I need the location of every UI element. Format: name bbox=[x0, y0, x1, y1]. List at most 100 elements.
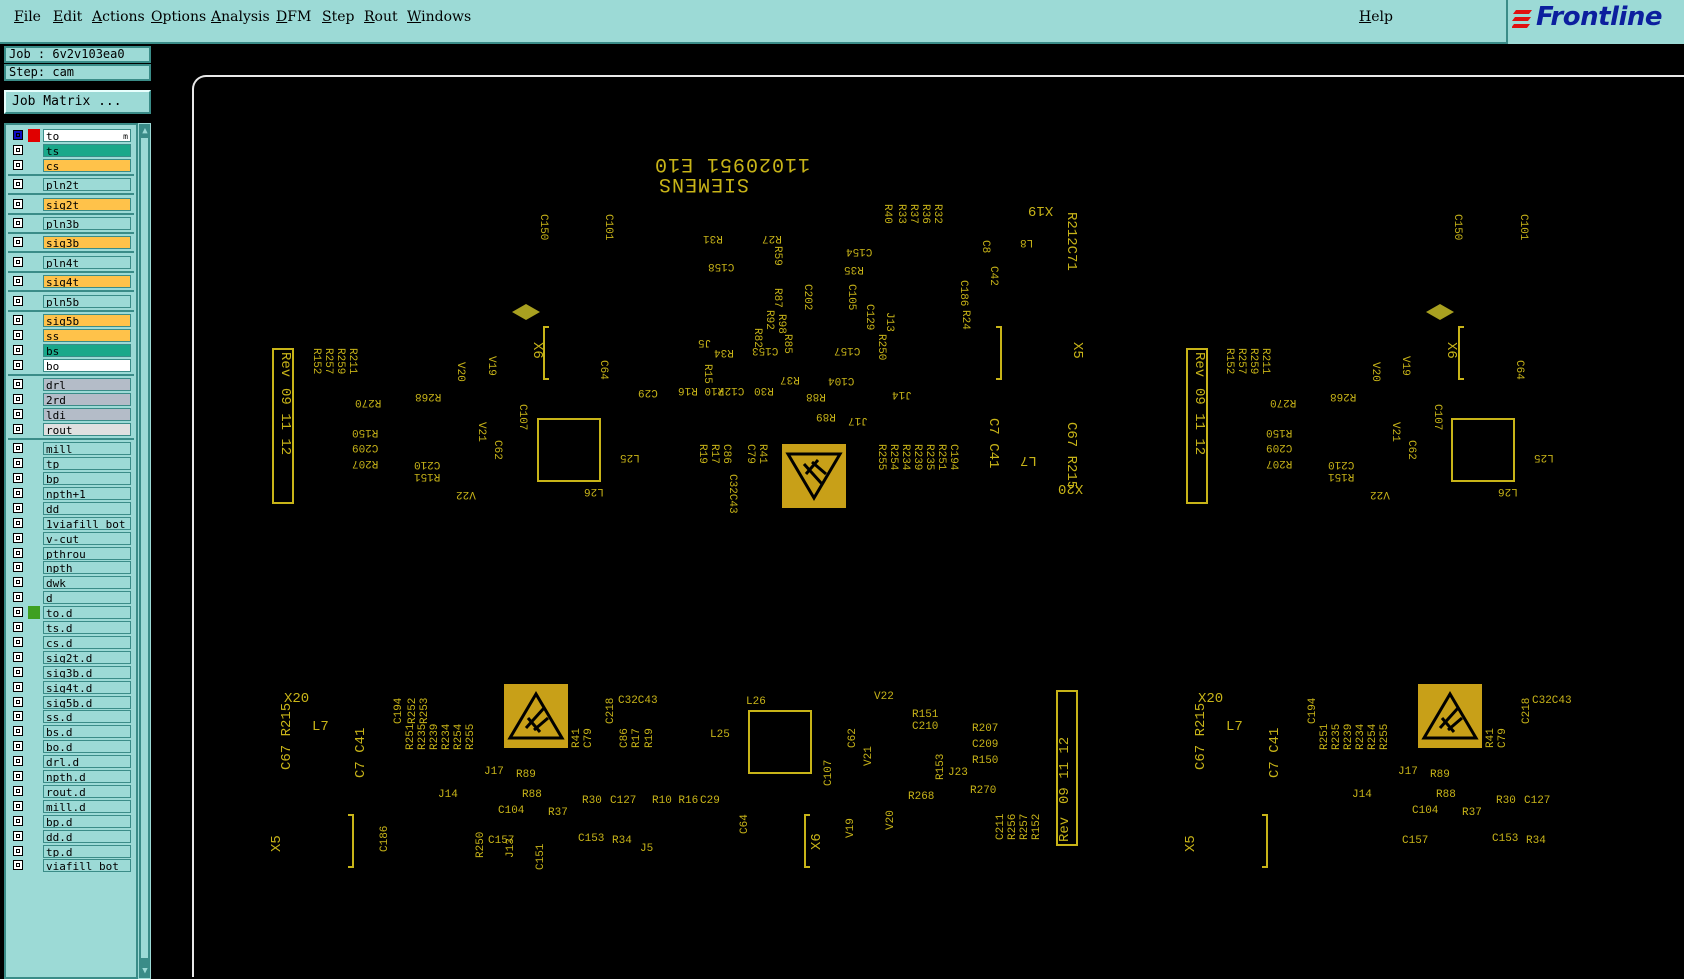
menu-windows[interactable]: Windows bbox=[407, 9, 471, 25]
layer-name[interactable]: ts bbox=[43, 143, 131, 157]
layer-affected-checkbox[interactable] bbox=[13, 800, 23, 811]
layer-display-swatch[interactable] bbox=[28, 859, 40, 872]
layer-affected-checkbox[interactable] bbox=[13, 517, 23, 528]
layer-name[interactable]: mill.d bbox=[43, 799, 131, 813]
layer-row[interactable]: dd bbox=[8, 501, 131, 516]
layer-row[interactable]: viafill_bot bbox=[8, 858, 131, 873]
layer-row[interactable]: ss.d bbox=[8, 709, 131, 724]
layer-display-swatch[interactable] bbox=[28, 681, 40, 694]
layer-name[interactable]: ss.d bbox=[43, 710, 131, 724]
layer-name[interactable]: bp bbox=[43, 472, 131, 485]
layer-row[interactable]: drl.d bbox=[8, 754, 131, 769]
layer-affected-checkbox[interactable] bbox=[13, 256, 23, 267]
layer-name[interactable]: sig5b.d bbox=[43, 695, 131, 709]
layer-row[interactable]: rout bbox=[8, 422, 131, 437]
layer-row[interactable]: sig5b bbox=[8, 313, 131, 328]
layer-display-swatch[interactable] bbox=[28, 561, 40, 574]
layer-display-swatch[interactable] bbox=[28, 710, 40, 723]
layer-name[interactable]: mill bbox=[43, 442, 131, 456]
layer-row[interactable]: ss bbox=[8, 328, 131, 343]
layer-affected-checkbox[interactable] bbox=[13, 237, 23, 248]
layer-display-swatch[interactable] bbox=[28, 517, 40, 530]
layer-row[interactable]: npth bbox=[8, 560, 131, 575]
layer-affected-checkbox[interactable] bbox=[13, 458, 23, 469]
layer-display-swatch[interactable] bbox=[28, 275, 40, 288]
layer-affected-checkbox[interactable] bbox=[13, 845, 23, 856]
layer-display-swatch[interactable] bbox=[28, 785, 40, 798]
scroll-thumb[interactable] bbox=[141, 138, 148, 958]
layer-name[interactable]: ldi bbox=[43, 407, 131, 421]
layer-display-swatch[interactable] bbox=[28, 532, 40, 545]
layer-name[interactable]: pln3b bbox=[43, 217, 131, 230]
layer-affected-checkbox[interactable] bbox=[13, 130, 23, 140]
layer-affected-checkbox[interactable] bbox=[13, 473, 23, 483]
layer-affected-checkbox[interactable] bbox=[13, 577, 23, 588]
layer-row[interactable]: pln5b bbox=[8, 294, 131, 309]
layer-affected-checkbox[interactable] bbox=[13, 815, 23, 826]
layer-display-swatch[interactable] bbox=[28, 129, 40, 142]
layer-row[interactable]: bs bbox=[8, 343, 131, 358]
layer-name[interactable]: drl bbox=[43, 378, 131, 392]
layer-name[interactable]: bp.d bbox=[43, 814, 131, 828]
layer-affected-checkbox[interactable] bbox=[13, 295, 23, 306]
layer-display-swatch[interactable] bbox=[28, 378, 40, 391]
layer-display-swatch[interactable] bbox=[28, 487, 40, 500]
layer-row[interactable]: tp bbox=[8, 456, 131, 471]
layer-affected-checkbox[interactable] bbox=[13, 547, 23, 558]
layer-row[interactable]: sig4t bbox=[8, 274, 131, 289]
layer-row[interactable]: sig2t.d bbox=[8, 650, 131, 665]
layer-display-swatch[interactable] bbox=[28, 576, 40, 589]
layer-name[interactable]: npth+1 bbox=[43, 486, 131, 500]
layer-name[interactable]: v-cut bbox=[43, 531, 131, 545]
menu-step[interactable]: Step bbox=[322, 9, 354, 25]
layer-display-swatch[interactable] bbox=[28, 651, 40, 664]
layer-name[interactable]: dd.d bbox=[43, 829, 131, 843]
layer-row[interactable]: npth+1 bbox=[8, 486, 131, 501]
layer-row[interactable]: to.d bbox=[8, 605, 131, 620]
layer-name[interactable]: bs bbox=[43, 343, 131, 357]
menu-options[interactable]: Options bbox=[151, 9, 206, 25]
layer-name[interactable]: bo.d bbox=[43, 740, 131, 754]
graphic-canvas[interactable]: SIEMENS 11020951 E10 X19 R212C71 L8 Rev … bbox=[152, 44, 1684, 977]
layer-display-swatch[interactable] bbox=[28, 198, 40, 211]
menu-help[interactable]: Help bbox=[1359, 9, 1393, 25]
layer-affected-checkbox[interactable] bbox=[13, 607, 23, 618]
layer-affected-checkbox[interactable] bbox=[13, 394, 23, 404]
layer-affected-checkbox[interactable] bbox=[13, 502, 23, 513]
layer-row[interactable]: dwk bbox=[8, 575, 131, 590]
layer-row[interactable]: bp.d bbox=[8, 814, 131, 829]
menu-dfm[interactable]: DFM bbox=[276, 9, 311, 25]
layer-display-swatch[interactable] bbox=[28, 423, 40, 436]
layer-row[interactable]: 2rd bbox=[8, 392, 131, 407]
layer-display-swatch[interactable] bbox=[28, 815, 40, 828]
job-matrix-button[interactable]: Job Matrix ... bbox=[4, 90, 151, 114]
layer-name[interactable]: sig3b.d bbox=[43, 665, 131, 679]
layer-display-swatch[interactable] bbox=[28, 217, 40, 230]
layer-affected-checkbox[interactable] bbox=[13, 666, 23, 677]
layer-name[interactable]: bo bbox=[43, 358, 131, 372]
layer-affected-checkbox[interactable] bbox=[13, 329, 23, 340]
layer-affected-checkbox[interactable] bbox=[13, 144, 23, 155]
layer-name[interactable]: pln2t bbox=[43, 178, 131, 192]
layer-row[interactable]: sig3b.d bbox=[8, 665, 131, 680]
layer-display-swatch[interactable] bbox=[28, 666, 40, 679]
layer-display-swatch[interactable] bbox=[28, 472, 40, 485]
layer-name[interactable]: rout.d bbox=[43, 784, 131, 798]
layer-row[interactable]: sig2t bbox=[8, 197, 131, 212]
layer-name[interactable]: pthrou bbox=[43, 546, 131, 560]
layer-display-swatch[interactable] bbox=[28, 830, 40, 843]
layer-name[interactable]: tp.d bbox=[43, 844, 131, 858]
layer-affected-checkbox[interactable] bbox=[13, 562, 23, 573]
layer-row[interactable]: pthrou bbox=[8, 546, 131, 561]
layer-display-swatch[interactable] bbox=[28, 236, 40, 249]
layer-row[interactable]: ldi bbox=[8, 407, 131, 422]
layer-affected-checkbox[interactable] bbox=[13, 423, 23, 434]
layer-display-swatch[interactable] bbox=[28, 442, 40, 455]
layer-display-swatch[interactable] bbox=[28, 344, 40, 357]
layer-row[interactable]: cs bbox=[8, 158, 131, 173]
layer-display-swatch[interactable] bbox=[28, 800, 40, 813]
layer-row[interactable]: drl bbox=[8, 377, 131, 392]
layer-display-swatch[interactable] bbox=[28, 740, 40, 753]
scroll-down-icon[interactable]: ▼ bbox=[140, 965, 150, 977]
layer-name[interactable]: to.d bbox=[43, 606, 131, 620]
